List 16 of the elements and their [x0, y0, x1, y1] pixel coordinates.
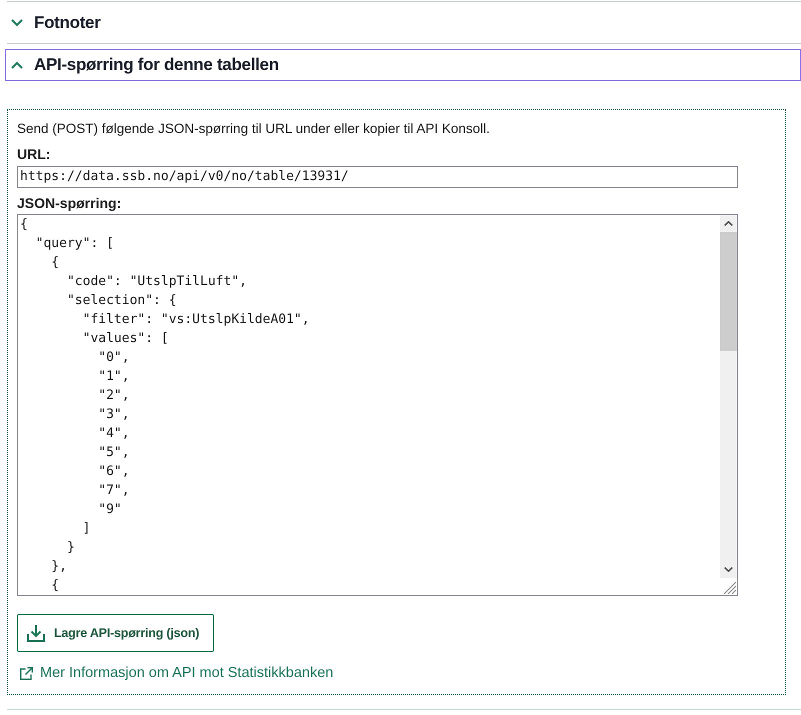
instruction-text: Send (POST) følgende JSON-spørring til URL under eller kopier til API Konsoll.: [17, 120, 491, 138]
url-field[interactable]: https://data.ssb.no/api/v0/no/table/13931/: [17, 166, 738, 188]
resize-grip-icon[interactable]: [724, 582, 736, 594]
download-icon: [27, 624, 45, 642]
scrollbar[interactable]: [720, 215, 737, 578]
accordion-header[interactable]: Fotnoter: [5, 7, 801, 39]
save-query-button[interactable]: Lagre API-spørring (json): [17, 614, 214, 652]
api-info-link[interactable]: Mer Informasjon om API mot Statistikkbanken: [20, 662, 334, 684]
url-label: URL:: [17, 145, 52, 164]
external-link-icon: [20, 666, 33, 680]
json-query-field[interactable]: { "query": [ { "code": "UtslpTilLuft", "selection": { "filter": "vs:UtslpKildeA01", "values": [ "0", "1", "2", "3", "4", "5", "6", "7", "9" ] } }, {: [17, 214, 738, 596]
scroll-up-icon[interactable]: [724, 221, 733, 226]
scrollbar-thumb[interactable]: [720, 232, 737, 351]
json-query-label: JSON-spørring:: [17, 194, 122, 213]
accordion-header[interactable]: API-spørring for denne tabellen: [5, 49, 801, 81]
scroll-down-icon[interactable]: [724, 567, 733, 572]
